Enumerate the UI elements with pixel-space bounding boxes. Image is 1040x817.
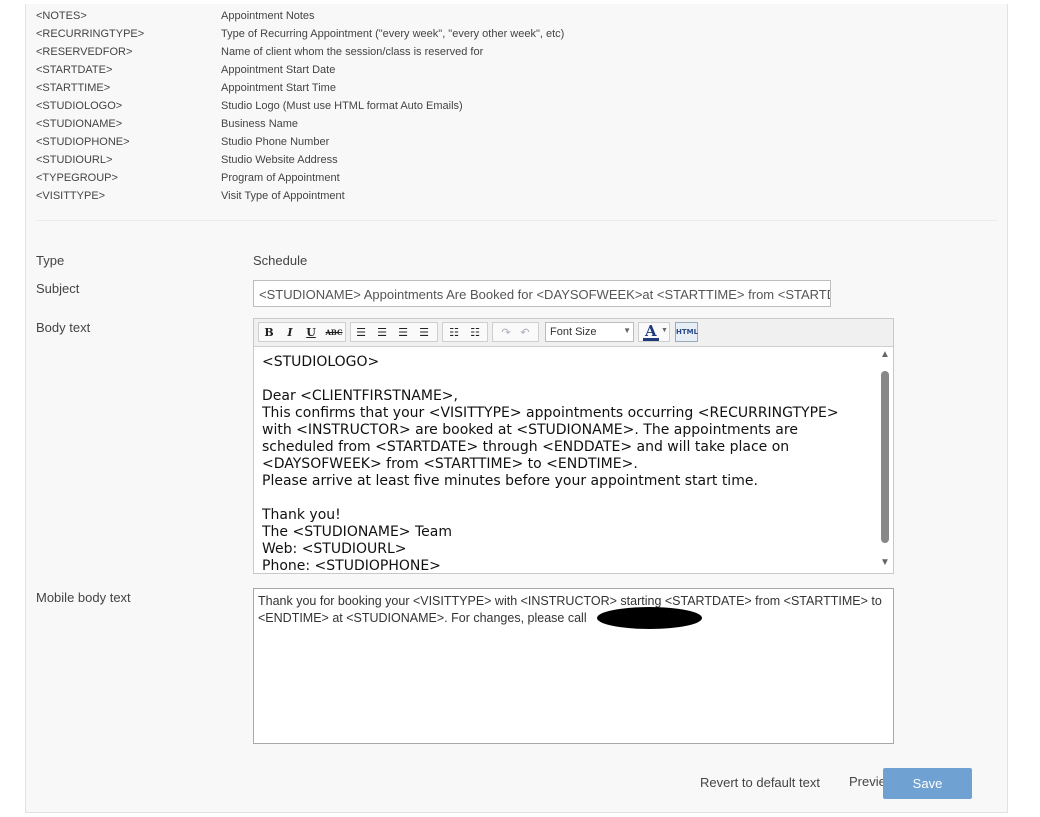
placeholder-description: Name of client whom the session/class is… xyxy=(221,46,484,58)
body-text-line: Please arrive at least five minutes befo… xyxy=(262,473,758,489)
scroll-thumb[interactable] xyxy=(881,371,889,543)
placeholder-description: Studio Logo (Must use HTML format Auto E… xyxy=(221,100,463,112)
scroll-down-icon[interactable]: ▼ xyxy=(878,557,892,571)
placeholder-description: Program of Appointment xyxy=(221,172,340,184)
placeholder-description: Appointment Start Time xyxy=(221,82,336,94)
font-color-swatch xyxy=(643,338,659,341)
align-right-icon[interactable]: ☰ xyxy=(395,325,411,340)
body-text-line: The <STUDIONAME> Team xyxy=(262,524,452,540)
body-text-line: <STUDIOLOGO> xyxy=(262,354,380,370)
mobile-body-text-label: Mobile body text xyxy=(36,590,131,605)
mobile-body-text: Thank you for booking your <VISITTYPE> w… xyxy=(258,594,882,625)
redaction-mark xyxy=(597,607,702,629)
body-text-line xyxy=(262,371,867,388)
placeholder-description: Type of Recurring Appointment ("every we… xyxy=(221,28,565,40)
font-size-label: Font Size xyxy=(550,326,597,338)
body-text-line: scheduled from <STARTDATE> through <ENDD… xyxy=(262,439,790,455)
placeholder-tag: <STUDIOPHONE> xyxy=(36,136,130,148)
placeholder-tag: <RESERVEDFOR> xyxy=(36,46,133,58)
save-button[interactable]: Save xyxy=(883,768,972,799)
chevron-down-icon: ▼ xyxy=(661,327,668,334)
body-text-line xyxy=(262,490,867,507)
revert-default-link[interactable]: Revert to default text xyxy=(700,775,820,790)
body-text-line: with <INSTRUCTOR> are booked at <STUDION… xyxy=(262,422,798,438)
placeholder-tag: <VISITTYPE> xyxy=(36,190,106,202)
editor-toolbar: B I U ABC ☰ ☰ ☰ ☰ ☷ ☷ ↷ ↶ Font Size ▼ A … xyxy=(254,319,893,347)
body-text-line: Thank you! xyxy=(262,507,341,523)
placeholder-tag: <STARTTIME> xyxy=(36,82,111,94)
list-group: ☷ ☷ xyxy=(442,322,488,342)
align-center-icon[interactable]: ☰ xyxy=(374,325,390,340)
scroll-up-icon[interactable]: ▲ xyxy=(878,349,892,363)
email-settings-panel: <NOTES> Appointment Notes <RECURRINGTYPE> T… xyxy=(25,4,1008,813)
type-label: Type xyxy=(36,253,65,268)
placeholder-tag: <STUDIOURL> xyxy=(36,154,113,166)
redo-icon[interactable]: ↷ xyxy=(498,325,514,340)
placeholder-description: Business Name xyxy=(221,118,299,130)
type-value: Schedule xyxy=(253,253,308,268)
font-size-select[interactable]: Font Size ▼ xyxy=(545,322,634,342)
undo-icon[interactable]: ↶ xyxy=(517,325,533,340)
body-text-line: This confirms that your <VISITTYPE> appo… xyxy=(262,405,839,421)
bold-button[interactable]: B xyxy=(261,325,277,340)
placeholder-tag: <STARTDATE> xyxy=(36,64,113,76)
chevron-down-icon: ▼ xyxy=(623,326,631,335)
placeholder-description: Appointment Notes xyxy=(221,10,315,22)
align-left-icon[interactable]: ☰ xyxy=(353,325,369,340)
body-text-line: Dear <CLIENTFIRSTNAME>, xyxy=(262,388,458,404)
placeholder-tag: <STUDIONAME> xyxy=(36,118,123,130)
body-text-editor[interactable]: B I U ABC ☰ ☰ ☰ ☰ ☷ ☷ ↷ ↶ Font Size ▼ A … xyxy=(253,318,894,574)
strikethrough-button[interactable]: ABC xyxy=(324,325,344,340)
alignment-group: ☰ ☰ ☰ ☰ xyxy=(350,322,438,342)
editor-scrollbar[interactable]: ▲ ▼ xyxy=(878,349,892,571)
underline-button[interactable]: U xyxy=(303,325,319,340)
body-text-label: Body text xyxy=(36,320,91,335)
font-color-button[interactable]: A ▼ xyxy=(638,322,670,342)
subject-label: Subject xyxy=(36,281,80,296)
placeholder-tag: <NOTES> xyxy=(36,10,87,22)
numbered-list-icon[interactable]: ☷ xyxy=(467,325,483,340)
placeholder-description: Studio Website Address xyxy=(221,154,338,166)
placeholder-tag: <RECURRINGTYPE> xyxy=(36,28,145,40)
text-style-group: B I U ABC xyxy=(258,322,346,342)
placeholder-description: Visit Type of Appointment xyxy=(221,190,345,202)
html-source-button[interactable]: HTML xyxy=(675,322,698,342)
body-text-line: Phone: <STUDIOPHONE> xyxy=(262,558,441,572)
align-justify-icon[interactable]: ☰ xyxy=(416,325,432,340)
placeholder-tag: <STUDIOLOGO> xyxy=(36,100,123,112)
placeholder-description: Studio Phone Number xyxy=(221,136,330,148)
italic-button[interactable]: I xyxy=(282,325,298,340)
placeholder-description: Appointment Start Date xyxy=(221,64,336,76)
subject-input[interactable]: <STUDIONAME> Appointments Are Booked for… xyxy=(253,280,831,307)
undo-redo-group: ↷ ↶ xyxy=(492,322,539,342)
body-text-line: Web: <STUDIOURL> xyxy=(262,541,407,557)
divider xyxy=(36,220,997,221)
body-text-line: <DAYSOFWEEK> from <STARTTIME> to <ENDTIM… xyxy=(262,456,638,472)
body-text-content[interactable]: <STUDIOLOGO> Dear <CLIENTFIRSTNAME>, This… xyxy=(262,354,867,572)
placeholder-tag: <TYPEGROUP> xyxy=(36,172,118,184)
mobile-body-text-input[interactable]: Thank you for booking your <VISITTYPE> w… xyxy=(253,588,894,744)
bullet-list-icon[interactable]: ☷ xyxy=(446,325,462,340)
